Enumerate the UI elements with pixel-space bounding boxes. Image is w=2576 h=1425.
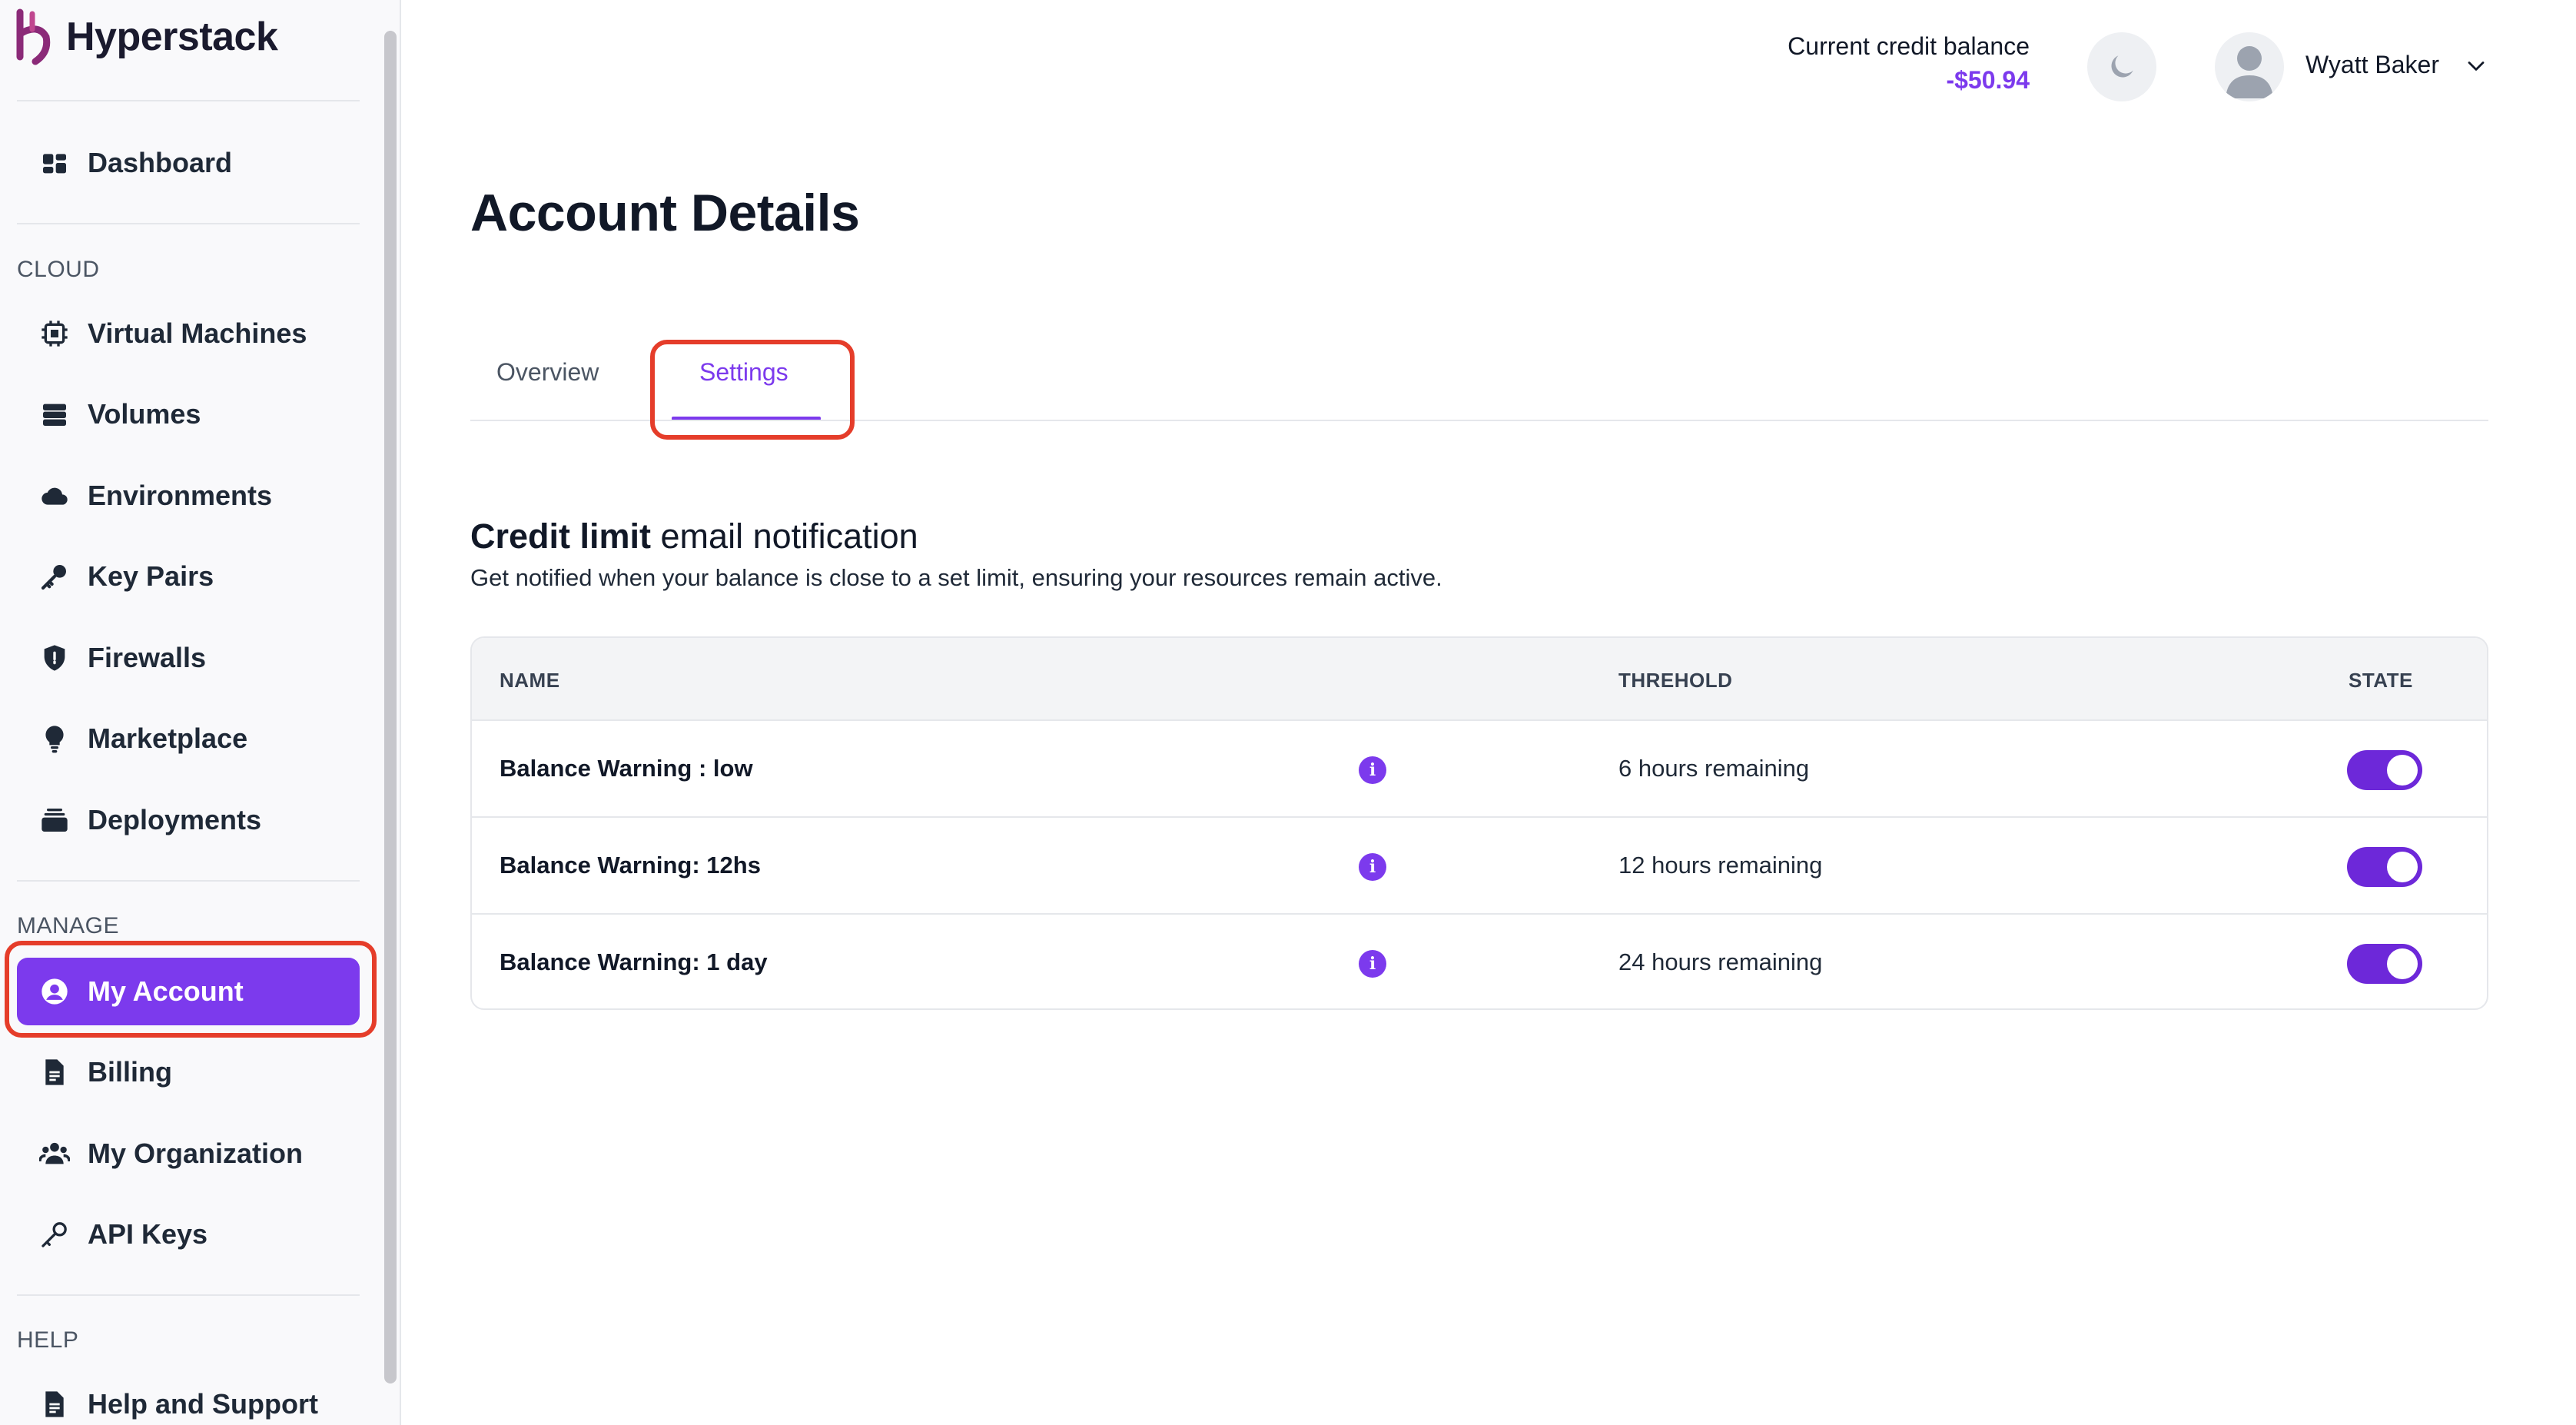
sidebar-item-my-account[interactable]: My Account [17, 958, 360, 1025]
users-icon [38, 1138, 71, 1170]
sidebar-item-label: Billing [88, 1056, 172, 1088]
sidebar-item-firewalls[interactable]: Firewalls [17, 624, 360, 692]
sidebar-item-label: Deployments [88, 804, 262, 835]
database-icon [38, 398, 71, 430]
notification-table: NAME THREHOLD STATE Balance Warning : lo… [470, 636, 2488, 1010]
sidebar-item-label: Volumes [88, 398, 201, 430]
tabs-divider [470, 420, 2488, 421]
shield-icon [38, 642, 71, 674]
key-icon [38, 560, 71, 593]
layers-icon [38, 804, 71, 836]
sidebar-item-volumes[interactable]: Volumes [17, 380, 360, 448]
sidebar-item-label: API Keys [88, 1218, 208, 1250]
sidebar-item-billing[interactable]: Billing [17, 1038, 360, 1106]
hyperstack-logo-icon [16, 8, 51, 65]
dashboard-icon [38, 147, 71, 179]
sidebar-item-api-keys[interactable]: API Keys [17, 1201, 360, 1268]
sidebar-item-deployments[interactable]: Deployments [17, 786, 360, 854]
table-row: Balance Warning: 1 day i 24 hours remain… [472, 916, 2487, 1008]
sidebar-scrollbar[interactable] [384, 31, 397, 1383]
sidebar-item-label: Environments [88, 480, 273, 511]
sidebar-item-virtual-machines[interactable]: Virtual Machines [17, 300, 360, 367]
lightbulb-icon [38, 722, 71, 755]
section-title-bold: Credit limit [470, 517, 652, 556]
column-header-threshold: THREHOLD [1618, 669, 1733, 692]
document-icon [38, 1056, 71, 1088]
sidebar-item-label: Help and Support [88, 1388, 318, 1420]
sidebar-item-label: My Account [88, 975, 244, 1007]
toggle-knob [2387, 948, 2418, 979]
sidebar-item-environments[interactable]: Environments [17, 462, 360, 530]
user-name[interactable]: Wyatt Baker [2305, 51, 2439, 79]
sidebar-item-help-and-support[interactable]: Help and Support [17, 1370, 360, 1425]
logo[interactable]: Hyperstack [15, 6, 278, 68]
divider [17, 223, 360, 224]
document-icon [38, 1388, 71, 1420]
state-toggle[interactable] [2347, 847, 2422, 887]
row-threshold: 24 hours remaining [1618, 948, 1823, 975]
theme-toggle-button[interactable] [2087, 32, 2156, 101]
divider [17, 100, 360, 101]
info-icon[interactable]: i [1359, 853, 1386, 881]
row-threshold: 12 hours remaining [1618, 852, 1823, 879]
sidebar: Hyperstack Dashboard CLOUD Virtual Machi… [0, 0, 401, 1425]
table-header: NAME THREHOLD STATE [472, 638, 2487, 721]
tab-settings[interactable]: Settings [699, 358, 788, 387]
section-label-help: HELP [17, 1327, 79, 1353]
table-row: Balance Warning : low i 6 hours remainin… [472, 722, 2487, 818]
avatar[interactable] [2215, 32, 2284, 101]
sidebar-item-label: Marketplace [88, 722, 248, 754]
sidebar-item-key-pairs[interactable]: Key Pairs [17, 543, 360, 610]
section-title: Credit limit email notification [470, 517, 918, 556]
row-threshold: 6 hours remaining [1618, 755, 1810, 782]
credit-balance-label: Current credit balance [1788, 32, 2030, 60]
credit-balance-value: -$50.94 [1946, 66, 2030, 94]
row-name: Balance Warning: 12hs [500, 852, 761, 879]
sidebar-item-label: Dashboard [88, 147, 233, 178]
user-avatar-icon [2226, 46, 2273, 98]
sidebar-item-label: My Organization [88, 1138, 304, 1169]
sidebar-item-dashboard[interactable]: Dashboard [17, 129, 360, 197]
sidebar-item-label: Firewalls [88, 642, 207, 673]
table-row: Balance Warning: 12hs i 12 hours remaini… [472, 819, 2487, 915]
chip-icon [38, 317, 71, 350]
moon-icon [2111, 55, 2133, 78]
sidebar-item-label: Virtual Machines [88, 317, 307, 349]
toggle-knob [2387, 852, 2418, 882]
highlight-box [650, 340, 855, 440]
page-title: Account Details [470, 184, 860, 242]
sidebar-item-marketplace[interactable]: Marketplace [17, 705, 360, 772]
row-name: Balance Warning : low [500, 755, 753, 782]
row-name: Balance Warning: 1 day [500, 948, 768, 975]
user-circle-icon [38, 975, 71, 1008]
section-label-cloud: CLOUD [17, 257, 100, 282]
column-header-name: NAME [500, 669, 560, 692]
section-label-manage: MANAGE [17, 913, 120, 938]
tab-overview[interactable]: Overview [496, 358, 599, 387]
info-icon[interactable]: i [1359, 756, 1386, 784]
section-description: Get notified when your balance is close … [470, 564, 1442, 591]
chevron-down-icon[interactable] [2462, 52, 2490, 80]
sidebar-item-label: Key Pairs [88, 560, 214, 592]
section-title-rest: email notification [651, 517, 918, 556]
state-toggle[interactable] [2347, 750, 2422, 790]
divider [17, 1294, 360, 1296]
key-outline-icon [38, 1218, 71, 1251]
column-header-state: STATE [2349, 669, 2413, 692]
brand-name: Hyperstack [66, 15, 278, 59]
sidebar-item-my-organization[interactable]: My Organization [17, 1120, 360, 1188]
cloud-icon [38, 480, 71, 512]
toggle-knob [2387, 755, 2418, 786]
state-toggle[interactable] [2347, 944, 2422, 984]
info-icon[interactable]: i [1359, 950, 1386, 978]
divider [17, 880, 360, 882]
